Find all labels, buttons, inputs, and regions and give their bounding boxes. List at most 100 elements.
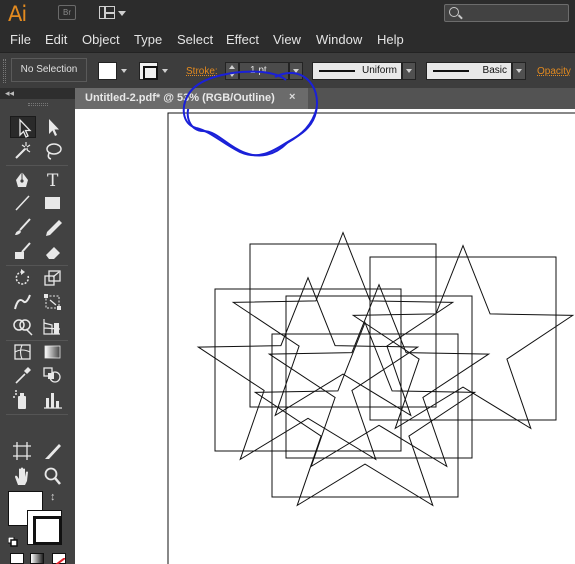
perspective-grid-tool[interactable] — [40, 315, 66, 337]
artboard-canvas[interactable] — [75, 109, 575, 564]
stroke-color-box[interactable] — [27, 510, 62, 545]
chevron-down-icon — [293, 69, 299, 73]
gradient-icon — [44, 345, 61, 359]
menu-help[interactable]: Help — [377, 32, 404, 47]
star-shape[interactable] — [196, 276, 420, 461]
divider — [6, 265, 68, 266]
stroke-panel-link[interactable]: Stroke: — [186, 66, 218, 77]
rotate-tool[interactable] — [10, 267, 36, 289]
chevron-down-icon — [516, 69, 522, 73]
default-fill-stroke-icon[interactable] — [7, 534, 18, 547]
profile-dropdown[interactable] — [402, 62, 416, 80]
gradient-tool[interactable] — [40, 341, 66, 363]
selection-tool[interactable] — [10, 116, 36, 138]
chevron-down-icon[interactable] — [121, 69, 127, 73]
blend-tool[interactable] — [40, 364, 66, 386]
type-t-icon: T — [47, 171, 59, 190]
star-shape[interactable] — [267, 283, 491, 468]
panel-grip[interactable] — [3, 59, 6, 83]
mesh-icon — [14, 344, 31, 360]
variable-width-profile[interactable]: Uniform — [312, 62, 402, 80]
star-bounding-rect — [214, 288, 402, 452]
menu-select[interactable]: Select — [177, 32, 213, 47]
menu-view[interactable]: View — [273, 32, 301, 47]
menu-type[interactable]: Type — [134, 32, 162, 47]
illustrator-logo: Ai — [8, 2, 27, 26]
rectangle-tool[interactable] — [40, 192, 66, 214]
outline-artwork — [167, 109, 575, 564]
tools-panel: T ↕ — [0, 99, 75, 564]
profile-label: Uniform — [361, 65, 397, 76]
pencil-tool[interactable] — [40, 216, 66, 238]
lasso-tool[interactable] — [40, 140, 66, 162]
stroke-weight-field[interactable]: 1 pt — [239, 62, 289, 80]
magic-wand-tool[interactable] — [10, 140, 36, 162]
eraser-tool[interactable] — [40, 240, 66, 262]
star-bounding-rect — [271, 333, 459, 498]
document-tab-bar: Untitled-2.pdf* @ 53% (RGB/Outline) × — [75, 88, 575, 109]
star-shape[interactable] — [253, 321, 477, 507]
gradient-mode-button[interactable] — [30, 553, 44, 564]
collapse-panel-icon[interactable]: ◂◂ — [5, 88, 14, 99]
fill-color-swatch[interactable] — [98, 62, 117, 80]
opacity-panel-link[interactable]: Opacity — [537, 66, 571, 77]
search-icon — [449, 7, 459, 17]
none-slash-icon — [55, 557, 66, 564]
magic-wand-icon — [15, 142, 31, 159]
zoom-tool[interactable] — [40, 465, 66, 487]
arrow-down-icon — [229, 73, 235, 77]
free-transform-tool[interactable] — [40, 291, 66, 313]
pen-tool[interactable] — [10, 168, 36, 190]
menu-edit[interactable]: Edit — [45, 32, 67, 47]
menu-effect[interactable]: Effect — [226, 32, 259, 47]
color-mode-button[interactable] — [10, 553, 24, 564]
blob-brush-tool[interactable] — [10, 240, 36, 262]
column-graph-tool[interactable] — [40, 389, 66, 411]
chevron-down-icon — [406, 69, 412, 73]
lasso-icon — [46, 143, 62, 160]
paintbrush-icon — [15, 218, 31, 235]
free-transform-icon — [44, 294, 61, 310]
stroke-weight-stepper[interactable] — [225, 62, 239, 80]
brush-dropdown[interactable] — [512, 62, 526, 80]
blob-brush-icon — [15, 242, 31, 259]
none-mode-button[interactable] — [52, 553, 66, 564]
menu-object[interactable]: Object — [82, 32, 120, 47]
document-tab[interactable]: Untitled-2.pdf* @ 53% (RGB/Outline) × — [75, 88, 308, 109]
artboard-tool[interactable] — [10, 440, 36, 462]
close-icon[interactable]: × — [289, 91, 295, 103]
svg-text:T: T — [47, 171, 59, 190]
star-shape[interactable] — [231, 231, 455, 417]
shape-builder-icon — [13, 319, 33, 336]
symbol-sprayer-tool[interactable] — [10, 389, 36, 411]
brush-definition[interactable]: Basic — [426, 62, 512, 80]
line-segment-tool[interactable] — [10, 192, 36, 214]
scale-icon — [44, 270, 61, 286]
stroke-color-swatch[interactable] — [139, 62, 158, 80]
type-tool[interactable]: T — [40, 168, 66, 190]
stroke-weight-dropdown[interactable] — [289, 62, 303, 80]
eraser-icon — [46, 247, 60, 259]
brush-label: Basic — [482, 65, 507, 76]
selection-indicator: No Selection — [11, 58, 87, 82]
chevron-down-icon[interactable] — [162, 69, 168, 73]
mesh-tool[interactable] — [10, 341, 36, 363]
hand-tool[interactable] — [10, 465, 36, 487]
arrange-documents-button[interactable] — [97, 4, 127, 22]
swap-fill-stroke-icon[interactable]: ↕ — [50, 491, 56, 503]
document-tab-title: Untitled-2.pdf* @ 53% (RGB/Outline) — [85, 92, 275, 104]
shape-builder-tool[interactable] — [10, 315, 36, 337]
panel-grip[interactable] — [28, 103, 48, 106]
warp-tool[interactable] — [10, 291, 36, 313]
direct-selection-tool[interactable] — [40, 116, 66, 138]
scale-tool[interactable] — [40, 267, 66, 289]
menu-file[interactable]: File — [10, 32, 31, 47]
pen-nib-icon — [16, 172, 28, 187]
paintbrush-tool[interactable] — [10, 216, 36, 238]
eyedropper-tool[interactable] — [10, 364, 36, 386]
menu-window[interactable]: Window — [316, 32, 362, 47]
bridge-button[interactable]: Br — [58, 5, 76, 20]
slice-tool[interactable] — [40, 440, 66, 462]
search-input[interactable] — [444, 4, 569, 22]
eyedropper-icon — [15, 367, 31, 384]
